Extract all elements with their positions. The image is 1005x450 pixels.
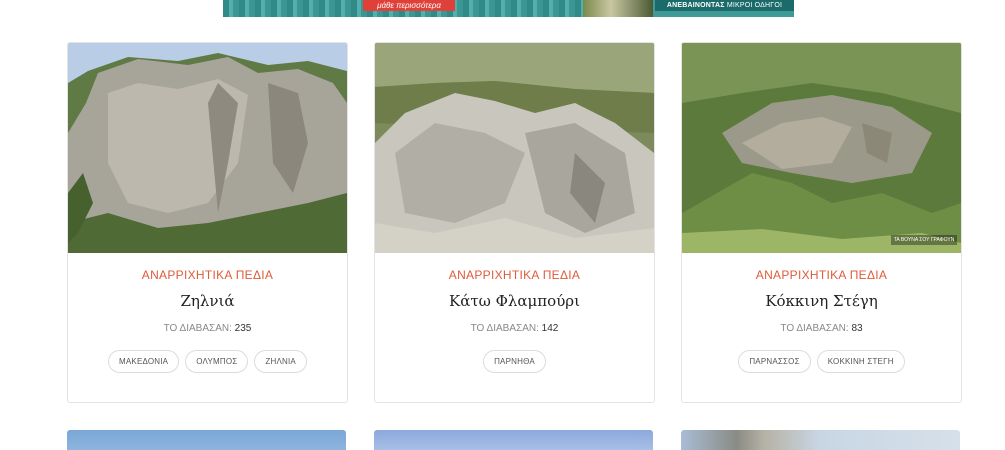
card-title[interactable]: Κάτω Φλαμπούρι	[375, 292, 654, 310]
banner-brand-label: ΑΝΕΒΑΙΝΟΝΤΑΣ ΜΙΚΡΟΙ ΟΔΗΓΟΙ	[655, 0, 794, 11]
card-title[interactable]: Ζηλνιά	[68, 292, 347, 310]
tag-link[interactable]: ΠΑΡΝΗΘΑ	[483, 350, 546, 373]
read-count-value: 235	[234, 323, 252, 334]
article-card-image-partial[interactable]	[681, 430, 960, 450]
card-image[interactable]	[375, 43, 654, 253]
banner-brand-main: ΑΝΕΒΑΙΝΟΝΤΑΣ	[666, 2, 725, 9]
card-category[interactable]: ΑΝΑΡΡΙΧΗΤΙΚΑ ΠΕΔΙΑ	[68, 268, 347, 282]
tag-link[interactable]: ΖΗΛΝΙΑ	[254, 350, 307, 373]
card-title[interactable]: Κόκκινη Στέγη	[682, 292, 961, 310]
card-category[interactable]: ΑΝΑΡΡΙΧΗΤΙΚΑ ΠΕΔΙΑ	[375, 268, 654, 282]
read-count-label: ΤΟ ΔΙΑΒΑΣΑΝ:	[470, 323, 539, 334]
banner-photo	[583, 0, 653, 17]
read-count-label: ΤΟ ΔΙΑΒΑΣΑΝ:	[780, 323, 849, 334]
tag-link[interactable]: ΠΑΡΝΑΣΣΟΣ	[738, 350, 811, 373]
read-count-value: 83	[851, 323, 863, 334]
article-card-image-partial[interactable]	[374, 430, 653, 450]
tag-link[interactable]: ΜΑΚΕΔΟΝΙΑ	[108, 350, 180, 373]
top-ad-banner[interactable]: μάθε περισσότερα ΑΝΕΒΑΙΝΟΝΤΑΣ ΜΙΚΡΟΙ ΟΔΗ…	[223, 0, 794, 17]
banner-learn-more-button[interactable]: μάθε περισσότερα	[363, 0, 455, 11]
image-watermark: ΤΑ ΒΟΥΝΑ ΣΟΥ ΓΡΑΦΟΥΝ	[891, 235, 957, 245]
article-card[interactable]: ΑΝΑΡΡΙΧΗΤΙΚΑ ΠΕΔΙΑ Ζηλνιά ΤΟ ΔΙΑΒΑΣΑΝ: 2…	[67, 42, 348, 403]
banner-brand-small: ΜΙΚΡΟΙ ΟΔΗΓΟΙ	[726, 2, 783, 9]
read-count-value: 142	[541, 323, 559, 334]
card-read-count: ΤΟ ΔΙΑΒΑΣΑΝ: 83	[682, 323, 961, 334]
article-card-image-partial[interactable]	[67, 430, 346, 450]
tag-link[interactable]: ΚΟΚΚΙΝΗ ΣΤΕΓΗ	[816, 350, 905, 373]
card-read-count: ΤΟ ΔΙΑΒΑΣΑΝ: 142	[375, 323, 654, 334]
card-tags: ΠΑΡΝΗΘΑ	[375, 350, 654, 373]
card-tags: ΜΑΚΕΔΟΝΙΑ ΟΛΥΜΠΟΣ ΖΗΛΝΙΑ	[68, 350, 347, 373]
card-category[interactable]: ΑΝΑΡΡΙΧΗΤΙΚΑ ΠΕΔΙΑ	[682, 268, 961, 282]
article-card[interactable]: ΑΝΑΡΡΙΧΗΤΙΚΑ ΠΕΔΙΑ Κάτω Φλαμπούρι ΤΟ ΔΙΑ…	[374, 42, 655, 403]
article-card[interactable]: ΤΑ ΒΟΥΝΑ ΣΟΥ ΓΡΑΦΟΥΝ ΑΝΑΡΡΙΧΗΤΙΚΑ ΠΕΔΙΑ …	[681, 42, 962, 403]
card-read-count: ΤΟ ΔΙΑΒΑΣΑΝ: 235	[68, 323, 347, 334]
card-image[interactable]	[68, 43, 347, 253]
card-tags: ΠΑΡΝΑΣΣΟΣ ΚΟΚΚΙΝΗ ΣΤΕΓΗ	[682, 350, 961, 373]
read-count-label: ΤΟ ΔΙΑΒΑΣΑΝ:	[163, 323, 232, 334]
tag-link[interactable]: ΟΛΥΜΠΟΣ	[185, 350, 249, 373]
card-image[interactable]: ΤΑ ΒΟΥΝΑ ΣΟΥ ΓΡΑΦΟΥΝ	[682, 43, 961, 253]
